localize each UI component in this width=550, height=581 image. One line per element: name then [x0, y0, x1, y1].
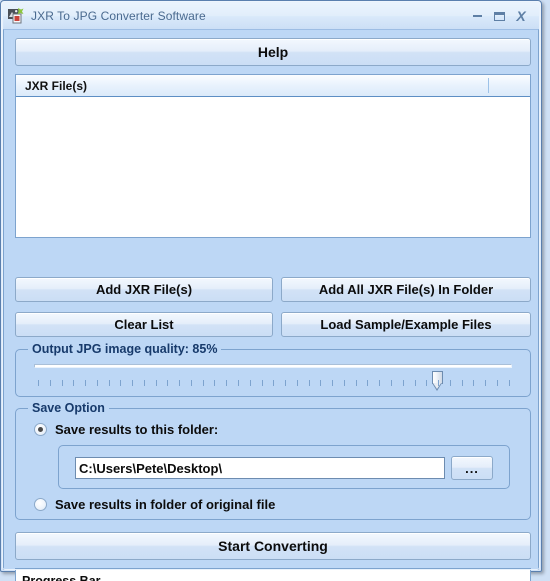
slider-tick — [38, 380, 39, 386]
slider-tick — [461, 380, 463, 386]
slider-tick — [179, 380, 181, 386]
slider-tick — [132, 380, 134, 386]
file-list-header[interactable]: JXR File(s) — [16, 75, 530, 97]
slider-tick — [414, 380, 416, 386]
radio-save-in-original-folder-label: Save results in folder of original file — [55, 497, 276, 512]
quality-slider-track[interactable] — [34, 364, 512, 391]
minimize-icon — [472, 15, 482, 17]
slider-tick — [214, 380, 216, 386]
slider-tick — [73, 380, 75, 386]
slider-tick — [108, 380, 110, 386]
slider-tick — [367, 380, 369, 386]
folder-path-input[interactable] — [75, 457, 445, 479]
slider-tick — [226, 380, 228, 386]
slider-tick — [296, 380, 298, 386]
window-frame: JXR To JPG Converter Software X Help JXR… — [0, 0, 542, 581]
save-option-group: Save Option Save results to this folder:… — [15, 401, 531, 520]
slider-tick — [449, 380, 451, 386]
add-all-jxr-files-in-folder-button[interactable]: Add All JXR File(s) In Folder — [281, 277, 531, 302]
slider-tick — [496, 380, 498, 386]
progress-bar: Progress Bar — [15, 568, 531, 581]
slider-tick — [155, 380, 157, 386]
file-list-body[interactable] — [16, 97, 530, 236]
slider-tick — [249, 380, 251, 386]
maximize-button[interactable] — [488, 7, 510, 25]
radio-save-to-folder[interactable]: Save results to this folder: — [34, 422, 218, 437]
help-button[interactable]: Help — [15, 38, 531, 66]
slider-tick — [273, 380, 275, 386]
slider-tick — [320, 380, 322, 386]
radio-save-to-folder-icon[interactable] — [34, 423, 47, 436]
window-controls: X — [466, 7, 532, 25]
slider-tick — [61, 380, 63, 386]
close-icon: X — [516, 8, 526, 24]
close-button[interactable]: X — [510, 7, 532, 25]
browse-folder-button[interactable]: ... — [451, 456, 493, 480]
jxr-file-list[interactable]: JXR File(s) — [15, 74, 531, 238]
start-converting-button[interactable]: Start Converting — [15, 532, 531, 560]
output-quality-group: Output JPG image quality: 85% — [15, 342, 531, 397]
application-window: JXR To JPG Converter Software X Help JXR… — [0, 0, 550, 581]
slider-tick — [355, 380, 357, 386]
output-quality-label: Output JPG image quality: 85% — [28, 342, 222, 356]
window-title: JXR To JPG Converter Software — [31, 9, 206, 23]
slider-tick — [426, 380, 428, 386]
slider-tick — [332, 380, 334, 386]
slider-tick — [167, 380, 169, 386]
slider-tick — [473, 380, 475, 386]
slider-tick — [261, 380, 263, 386]
slider-tick — [238, 380, 240, 386]
slider-tick — [402, 380, 404, 386]
slider-tick — [485, 380, 487, 386]
clear-list-button[interactable]: Clear List — [15, 312, 273, 337]
client-area: Help JXR File(s) Add JXR File(s) Add All… — [3, 29, 539, 581]
maximize-icon — [493, 11, 505, 21]
slider-tick — [120, 380, 122, 386]
radio-save-to-folder-label: Save results to this folder: — [55, 422, 219, 437]
radio-save-in-original-folder-icon[interactable] — [34, 498, 47, 511]
slider-tick — [143, 380, 145, 386]
quality-slider-ticks — [38, 380, 510, 386]
minimize-button[interactable] — [466, 7, 488, 25]
slider-tick — [49, 380, 51, 386]
slider-tick — [202, 380, 204, 386]
add-jxr-files-button[interactable]: Add JXR File(s) — [15, 277, 273, 302]
slider-tick — [96, 380, 98, 386]
column-divider[interactable] — [488, 78, 489, 93]
slider-tick — [190, 380, 192, 386]
folder-path-panel: ... — [58, 445, 510, 489]
slider-tick — [343, 380, 345, 386]
save-option-label: Save Option — [28, 401, 109, 415]
radio-save-in-original-folder[interactable]: Save results in folder of original file — [34, 497, 275, 512]
slider-tick — [508, 380, 510, 386]
slider-tick — [285, 380, 287, 386]
slider-tick — [85, 380, 87, 386]
title-bar[interactable]: JXR To JPG Converter Software X — [3, 3, 539, 29]
slider-tick — [438, 380, 440, 386]
slider-tick — [379, 380, 381, 386]
load-sample-files-button[interactable]: Load Sample/Example Files — [281, 312, 531, 337]
app-icon — [8, 8, 24, 24]
file-list-column-header: JXR File(s) — [25, 78, 88, 93]
slider-tick — [308, 380, 310, 386]
progress-bar-label: Progress Bar — [22, 574, 101, 581]
client-inner: Help JXR File(s) Add JXR File(s) Add All… — [5, 31, 537, 581]
slider-tick — [390, 380, 392, 386]
